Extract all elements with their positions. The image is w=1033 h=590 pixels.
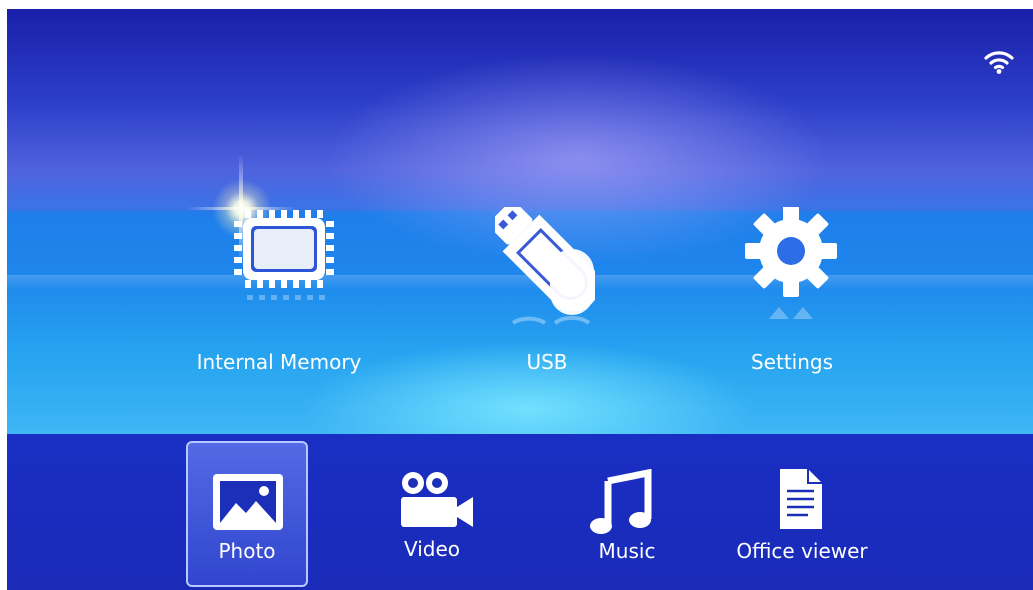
photo-icon xyxy=(213,474,283,530)
settings-label: Settings xyxy=(750,350,834,374)
video-tile[interactable]: Video xyxy=(377,441,487,587)
office-viewer-label: Office viewer xyxy=(736,539,868,563)
music-note-icon xyxy=(590,469,652,534)
music-label: Music xyxy=(598,539,656,563)
internal-memory-label: Internal Memory xyxy=(196,350,362,374)
media-launcher-screen: Internal Memory USB Settings Photo Video… xyxy=(7,9,1033,590)
memory-chip-icon xyxy=(234,210,334,300)
photo-label: Photo xyxy=(218,539,276,563)
wifi-icon xyxy=(984,51,1014,74)
document-icon xyxy=(780,469,822,529)
usb-label: USB xyxy=(526,350,568,374)
photo-tile[interactable]: Photo xyxy=(186,441,308,587)
gear-icon xyxy=(745,207,837,319)
music-tile[interactable]: Music xyxy=(572,441,682,587)
usb-drive-icon xyxy=(495,207,595,325)
office-viewer-tile[interactable]: Office viewer xyxy=(722,441,882,587)
video-camera-icon xyxy=(401,472,473,527)
video-label: Video xyxy=(403,537,461,561)
